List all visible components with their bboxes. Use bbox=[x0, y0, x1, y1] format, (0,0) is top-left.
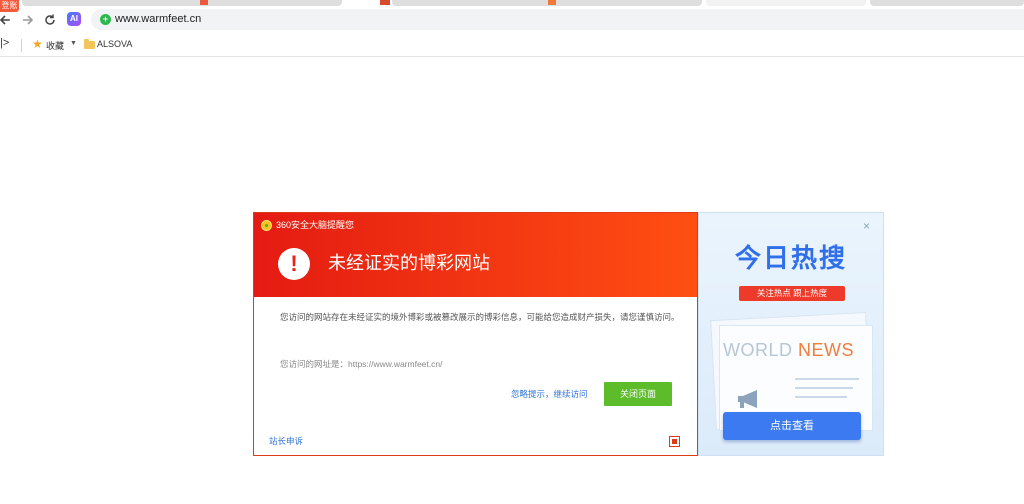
view-now-button[interactable]: 点击查看 bbox=[723, 412, 861, 440]
bookmarks-bar: |> ★ 收藏 ▼ ALSOVA bbox=[0, 34, 1024, 57]
divider bbox=[21, 39, 22, 52]
security-warning-dialog: 360安全大脑提醒您 ! 未经证实的博彩网站 您访问的网站存在未经证实的境外博彩… bbox=[253, 212, 698, 456]
forward-arrow-icon[interactable] bbox=[19, 11, 37, 29]
tab-favicon bbox=[380, 0, 390, 5]
tab[interactable] bbox=[870, 0, 1024, 6]
sidebar-toggle-icon[interactable]: |> bbox=[0, 37, 9, 49]
tab-active[interactable] bbox=[706, 0, 866, 6]
tab[interactable] bbox=[392, 0, 702, 6]
account-badge[interactable]: 登账号 bbox=[0, 0, 19, 22]
brand-text: 360安全大脑提醒您 bbox=[276, 220, 355, 230]
tab[interactable] bbox=[22, 0, 342, 6]
feedback-icon[interactable] bbox=[669, 436, 680, 447]
tab-favicon bbox=[200, 0, 208, 5]
dialog-header: 360安全大脑提醒您 ! 未经证实的博彩网站 bbox=[254, 213, 697, 297]
ad-ribbon: 关注热点 跟上热度 bbox=[739, 286, 845, 301]
close-page-button[interactable]: 关闭页面 bbox=[604, 382, 672, 406]
ignore-and-continue-link[interactable]: 忽略提示，继续访问 bbox=[511, 388, 588, 400]
megaphone-icon bbox=[738, 390, 757, 408]
world-news-text: WORLD NEWS bbox=[723, 339, 854, 361]
favorites-label[interactable]: 收藏 bbox=[46, 39, 64, 52]
tab-favicon bbox=[548, 0, 556, 5]
warning-message: 您访问的网站存在未经证实的境外博彩或被篡改展示的博彩信息，可能给您造成财产损失，… bbox=[280, 312, 680, 322]
dialog-title: 未经证实的博彩网站 bbox=[328, 253, 490, 273]
secure-shield-icon[interactable]: + bbox=[100, 14, 111, 25]
chevron-down-icon[interactable]: ▼ bbox=[70, 40, 77, 47]
star-icon[interactable]: ★ bbox=[32, 37, 43, 51]
news-line bbox=[795, 387, 853, 389]
360-logo-icon bbox=[261, 220, 272, 231]
webmaster-appeal-link[interactable]: 站长申诉 bbox=[269, 435, 303, 447]
hot-search-ad[interactable]: × 今日热搜 关注热点 跟上热度 WORLD NEWS 点击查看 bbox=[698, 212, 884, 456]
ai-assistant-icon[interactable]: AI bbox=[67, 12, 81, 26]
reload-icon[interactable] bbox=[41, 11, 59, 29]
news-line bbox=[795, 378, 859, 380]
news-line bbox=[795, 396, 847, 398]
address-bar[interactable]: + www.warmfeet.cn bbox=[91, 9, 1024, 30]
visited-url-text: 您访问的网址是：https://www.warmfeet.cn/ bbox=[280, 359, 443, 369]
url-text[interactable]: www.warmfeet.cn bbox=[115, 12, 201, 27]
world-word: WORLD bbox=[723, 340, 793, 360]
news-word: NEWS bbox=[798, 340, 855, 360]
bookmark-folder-label[interactable]: ALSOVA bbox=[97, 39, 132, 49]
folder-icon[interactable] bbox=[84, 39, 95, 49]
tab-strip: 登账号 bbox=[0, 0, 1024, 22]
warning-exclamation-icon: ! bbox=[278, 248, 310, 280]
close-icon[interactable]: × bbox=[863, 219, 870, 233]
ad-title: 今日热搜 bbox=[734, 243, 847, 273]
brand: 360安全大脑提醒您 bbox=[261, 220, 354, 231]
